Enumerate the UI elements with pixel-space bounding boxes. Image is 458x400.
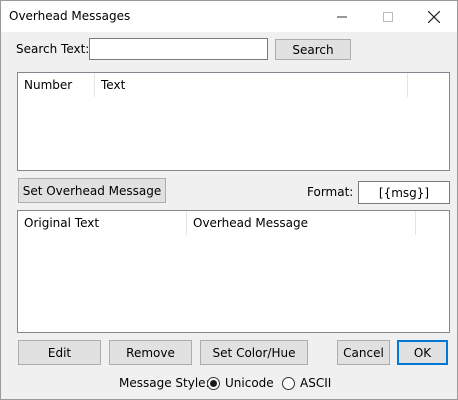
column-header-original-text[interactable]: Original Text: [18, 211, 187, 235]
column-header-text[interactable]: Text: [95, 73, 408, 97]
minimize-button[interactable]: [319, 1, 365, 32]
search-button-label: Search: [292, 42, 334, 57]
column-header-original-text-label: Original Text: [24, 216, 100, 230]
overhead-messages-list[interactable]: Original Text Overhead Message: [17, 210, 450, 333]
ascii-radio-label[interactable]: ASCII: [300, 376, 331, 390]
ascii-radio[interactable]: [282, 377, 295, 390]
message-style-label: Message Style:: [119, 376, 210, 390]
column-header-overhead-message[interactable]: Overhead Message: [187, 211, 416, 235]
overhead-messages-window: Overhead Messages Search Text: Search Nu…: [0, 0, 458, 400]
cancel-button-label: Cancel: [343, 345, 384, 360]
close-icon: [428, 10, 440, 23]
edit-button-label: Edit: [47, 345, 72, 360]
minimize-icon: [337, 16, 347, 17]
column-header-number-label: Number: [24, 78, 73, 92]
set-overhead-message-button[interactable]: Set Overhead Message: [18, 178, 166, 203]
remove-button[interactable]: Remove: [109, 340, 192, 365]
column-header-overhead-message-label: Overhead Message: [193, 216, 309, 230]
set-overhead-message-label: Set Overhead Message: [22, 183, 162, 198]
maximize-icon: [383, 11, 393, 22]
remove-button-label: Remove: [126, 345, 175, 360]
edit-button[interactable]: Edit: [18, 340, 101, 365]
set-color-hue-button[interactable]: Set Color/Hue: [200, 340, 308, 365]
window-title: Overhead Messages: [9, 9, 131, 23]
column-header-number[interactable]: Number: [18, 73, 95, 97]
maximize-button[interactable]: [365, 1, 411, 32]
unicode-radio[interactable]: [207, 377, 220, 390]
search-input[interactable]: [89, 38, 268, 60]
messages-list-header: Number Text: [18, 73, 449, 97]
title-bar: Overhead Messages: [1, 1, 457, 32]
set-color-hue-button-label: Set Color/Hue: [212, 345, 296, 360]
unicode-radio-label[interactable]: Unicode: [225, 376, 274, 390]
column-header-text-label: Text: [101, 78, 126, 92]
close-button[interactable]: [411, 1, 457, 32]
ok-button[interactable]: OK: [397, 340, 448, 365]
format-label: Format:: [307, 185, 354, 199]
messages-list[interactable]: Number Text: [17, 72, 450, 171]
cancel-button[interactable]: Cancel: [337, 340, 390, 365]
overhead-list-header: Original Text Overhead Message: [18, 211, 449, 235]
format-input[interactable]: [358, 181, 450, 204]
search-button[interactable]: Search: [275, 39, 351, 60]
search-text-label: Search Text:: [16, 42, 90, 56]
ok-button-label: OK: [413, 345, 432, 360]
